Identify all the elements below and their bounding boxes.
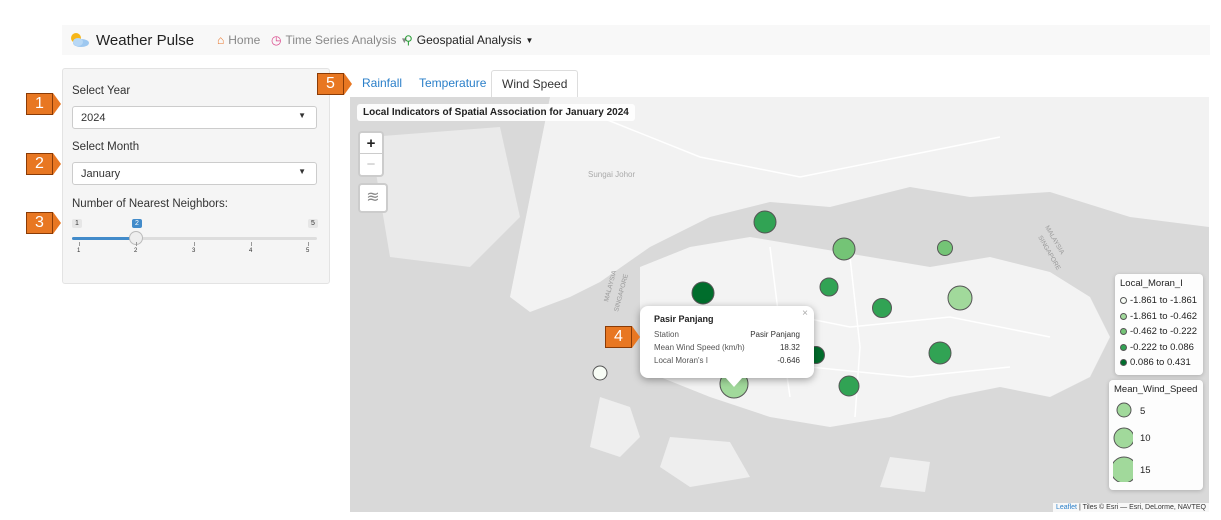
- tab-wind-speed[interactable]: Wind Speed: [491, 70, 579, 97]
- tab-temperature[interactable]: Temperature: [409, 70, 496, 97]
- navbar: Weather Pulse ⌂ Home ◷ Time Series Analy…: [62, 25, 1210, 55]
- neighbors-label: Number of Nearest Neighbors:: [72, 198, 228, 210]
- slider-grid-label: 4: [249, 248, 253, 254]
- year-select[interactable]: 2024 ▼: [72, 106, 317, 129]
- legend-local-moran: Local_Moran_I -1.861 to -1.861 -1.861 to…: [1115, 274, 1203, 375]
- slider-grid-label: 5: [306, 248, 310, 254]
- legend-size-label: 10: [1140, 433, 1151, 444]
- month-select[interactable]: January ▼: [72, 162, 317, 185]
- caret-down-icon: ▼: [525, 35, 534, 45]
- station-marker: [928, 341, 952, 365]
- home-icon: ⌂: [217, 33, 225, 47]
- slider-grid-label: 1: [77, 248, 81, 254]
- station-marker: [872, 298, 892, 318]
- station-marker: [838, 375, 860, 397]
- slider-grid-tick: [136, 242, 137, 246]
- legend-item: -0.462 to -0.222: [1120, 324, 1198, 340]
- legend-item: -1.861 to -1.861: [1120, 293, 1198, 309]
- popup-row: Station Pasir Panjang: [654, 330, 800, 339]
- annotation-badge: 2: [26, 153, 61, 175]
- station-popup: × Pasir Panjang Station Pasir Panjang Mea…: [640, 306, 814, 378]
- popup-row: Local Moran's I -0.646: [654, 356, 800, 365]
- clock-icon: ◷: [271, 33, 282, 47]
- annotation-badge: 4: [605, 326, 640, 348]
- map-place-label: Sungai Johor: [588, 170, 635, 179]
- station-marker: [819, 277, 839, 297]
- legend-title: Mean_Wind_Speed: [1114, 384, 1198, 395]
- annotation-badge: 1: [26, 93, 61, 115]
- caret-down-icon: ▼: [298, 111, 306, 120]
- legend-item: -1.861 to -0.462: [1120, 309, 1198, 325]
- legend-mean-wind-speed: Mean_Wind_Speed 5 10 15: [1109, 380, 1203, 490]
- station-marker: [832, 237, 856, 261]
- legend-item: 0.086 to 0.431: [1120, 355, 1198, 371]
- zoom-control: + −: [358, 131, 384, 177]
- legend-size-circles: [1113, 402, 1133, 482]
- slider-grid-label: 2: [134, 248, 138, 254]
- nav-time-series[interactable]: ◷ Time Series Analysis ▼: [271, 33, 408, 47]
- map-attribution: Leaflet | Tiles © Esri — Esri, DeLorme, …: [1052, 503, 1209, 512]
- leaflet-link[interactable]: Leaflet: [1056, 504, 1077, 511]
- map-view[interactable]: Sungai Johor MALAYSIA SINGAPORE MALAYSIA…: [350, 97, 1209, 512]
- zoom-in-button[interactable]: +: [360, 133, 382, 154]
- station-marker: [937, 240, 953, 256]
- map-pin-icon: ⚲: [404, 33, 413, 47]
- legend-size-label: 15: [1140, 465, 1151, 476]
- station-marker: [753, 210, 777, 234]
- station-marker: [947, 285, 973, 311]
- nav-geospatial[interactable]: ⚲ Geospatial Analysis ▼: [404, 33, 533, 47]
- zoom-out-button[interactable]: −: [360, 154, 382, 175]
- slider-value-label: 2: [132, 219, 142, 228]
- slider-grid-tick: [251, 242, 252, 246]
- legend-item: -0.222 to 0.086: [1120, 340, 1198, 356]
- station-marker: [691, 281, 715, 305]
- popup-tip: [725, 377, 743, 387]
- slider-grid-tick: [308, 242, 309, 246]
- sun-cloud-icon: [71, 33, 89, 47]
- brand[interactable]: Weather Pulse: [68, 25, 194, 55]
- nav-home[interactable]: ⌂ Home: [217, 33, 260, 47]
- legend-title: Local_Moran_I: [1120, 278, 1183, 289]
- station-marker: [592, 365, 608, 381]
- caret-down-icon: ▼: [298, 167, 306, 176]
- popup-title: Pasir Panjang: [654, 314, 714, 324]
- slider-max-label: 5: [308, 219, 318, 228]
- legend-size-label: 5: [1140, 406, 1146, 417]
- slider-grid-tick: [194, 242, 195, 246]
- close-icon[interactable]: ×: [802, 308, 808, 319]
- month-label: Select Month: [72, 141, 140, 153]
- slider-grid-tick: [79, 242, 80, 246]
- basemap: Sungai Johor MALAYSIA SINGAPORE MALAYSIA…: [350, 97, 1209, 512]
- layers-button[interactable]: ≋: [358, 183, 388, 213]
- popup-row: Mean Wind Speed (km/h) 18.32: [654, 343, 800, 352]
- slider-fill: [72, 237, 137, 240]
- layers-icon: ≋: [366, 189, 380, 206]
- sidebar-panel: Select Year 2024 ▼ Select Month January …: [62, 68, 330, 284]
- annotation-badge: 3: [26, 212, 61, 234]
- map-title: Local Indicators of Spatial Association …: [357, 104, 635, 121]
- slider-min-label: 1: [72, 219, 82, 228]
- year-label: Select Year: [72, 85, 131, 97]
- tab-rainfall[interactable]: Rainfall: [352, 70, 412, 97]
- brand-title: Weather Pulse: [96, 31, 195, 49]
- annotation-badge: 5: [317, 73, 352, 95]
- slider-grid-label: 3: [192, 248, 196, 254]
